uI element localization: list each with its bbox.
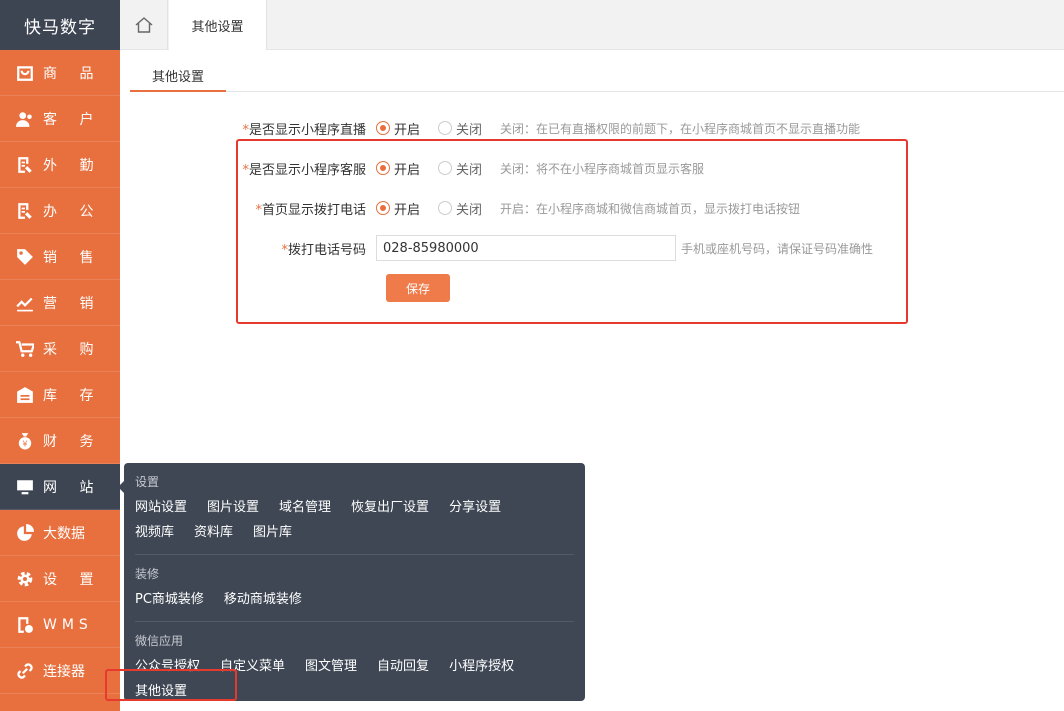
sidebar-item-connector[interactable]: 连接器 (0, 648, 120, 694)
doc-edit-icon (16, 202, 34, 220)
sidebar: 快马数字 商 品 客 户 外 勤 办 公 销 售 营 销 采 购 库 存 ¥ 财… (0, 0, 120, 711)
brand-logo[interactable]: 快马数字 (0, 0, 120, 50)
submenu-link[interactable]: 图文管理 (305, 655, 357, 674)
submenu-link[interactable]: 移动商城装修 (224, 588, 302, 607)
submenu-link[interactable]: 图片库 (253, 521, 292, 540)
submenu-link[interactable]: 视频库 (135, 521, 174, 540)
highlight-box-form (236, 139, 908, 324)
live-off-radio[interactable]: 关闭 (438, 119, 482, 138)
submenu-link[interactable]: PC商城装修 (135, 588, 204, 607)
tag-icon (16, 248, 34, 266)
sidebar-item-customers[interactable]: 客 户 (0, 96, 120, 142)
sidebar-item-sales[interactable]: 销 售 (0, 234, 120, 280)
chart-icon (16, 294, 34, 312)
sidebar-item-settings[interactable]: 设 置 (0, 556, 120, 602)
live-hint: 关闭：在已有直播权限的前题下，在小程序商城首页不显示直播功能 (500, 121, 861, 136)
sidebar-item-wms[interactable]: WMS (0, 602, 120, 648)
submenu-link[interactable]: 分享设置 (449, 496, 501, 515)
group-title: 装修 (135, 567, 160, 581)
submenu-link[interactable]: 小程序授权 (449, 655, 514, 674)
tab-other-settings[interactable]: 其他设置 (169, 0, 267, 50)
home-button[interactable] (120, 0, 168, 50)
submenu-group-settings: 设置 网站设置 图片设置 域名管理 恢复出厂设置 分享设置 视频库 资料库 图片… (135, 463, 574, 555)
monitor-icon (16, 478, 34, 496)
submenu-link[interactable]: 网站设置 (135, 496, 187, 515)
app-root: 快马数字 商 品 客 户 外 勤 办 公 销 售 营 销 采 购 库 存 ¥ 财… (0, 0, 1064, 711)
users-icon (16, 110, 34, 128)
doc-edit-icon (16, 156, 34, 174)
group-title: 微信应用 (135, 634, 184, 648)
sub-tabs: 其他设置 (130, 60, 1064, 92)
sidebar-item-label: 销 售 (43, 249, 103, 266)
sidebar-item-label: 财 务 (43, 433, 103, 450)
sidebar-item-label: 采 购 (43, 341, 103, 358)
group-title: 设置 (135, 475, 160, 489)
sidebar-item-label: 库 存 (43, 387, 103, 404)
sidebar-item-label: 客 户 (43, 111, 103, 128)
submenu-link[interactable]: 图片设置 (207, 496, 259, 515)
subtab-other-settings[interactable]: 其他设置 (130, 60, 226, 92)
sidebar-item-label: 外 勤 (43, 157, 103, 174)
website-submenu: 设置 网站设置 图片设置 域名管理 恢复出厂设置 分享设置 视频库 资料库 图片… (118, 463, 585, 701)
sidebar-item-purchase[interactable]: 采 购 (0, 326, 120, 372)
sidebar-item-label: 设 置 (43, 571, 103, 588)
sidebar-item-office[interactable]: 办 公 (0, 188, 120, 234)
sidebar-item-label: 商 品 (43, 65, 103, 82)
sidebar-item-marketing[interactable]: 营 销 (0, 280, 120, 326)
sidebar-item-label: WMS (43, 616, 93, 633)
submenu-link[interactable]: 资料库 (194, 521, 233, 540)
top-bar: 其他设置 (120, 0, 1064, 50)
sidebar-item-website[interactable]: 网 站 (0, 464, 120, 510)
sidebar-item-goods[interactable]: 商 品 (0, 50, 120, 96)
home-icon (135, 17, 152, 33)
live-on-radio[interactable]: 开启 (376, 119, 420, 138)
submenu-link[interactable]: 域名管理 (279, 496, 331, 515)
warehouse-icon (16, 386, 34, 404)
link-icon (16, 662, 34, 680)
submenu-link[interactable]: 恢复出厂设置 (351, 496, 429, 515)
field-label: *是否显示小程序直播 (242, 122, 366, 138)
pie-icon (16, 523, 34, 542)
sidebar-item-label: 网 站 (43, 479, 103, 496)
submenu-group-decoration: 装修 PC商城装修 移动商城装修 (135, 555, 574, 622)
highlight-box-other-settings (105, 669, 237, 701)
sidebar-item-inventory[interactable]: 库 存 (0, 372, 120, 418)
svg-text:¥: ¥ (22, 439, 27, 448)
sidebar-item-label: 大数据 (43, 525, 85, 542)
submenu-link[interactable]: 自动回复 (377, 655, 429, 674)
gear-icon (16, 570, 34, 588)
sidebar-item-finance[interactable]: ¥ 财 务 (0, 418, 120, 464)
sidebar-item-fieldwork[interactable]: 外 勤 (0, 142, 120, 188)
bag-icon (16, 64, 34, 82)
sidebar-item-label: 连接器 (43, 663, 85, 680)
sidebar-item-bigdata[interactable]: 大数据 (0, 510, 120, 556)
wms-icon (16, 616, 34, 634)
moneybag-icon: ¥ (16, 432, 34, 450)
cart-icon (16, 340, 34, 358)
sidebar-item-label: 营 销 (43, 295, 103, 312)
sidebar-item-label: 办 公 (43, 203, 103, 220)
